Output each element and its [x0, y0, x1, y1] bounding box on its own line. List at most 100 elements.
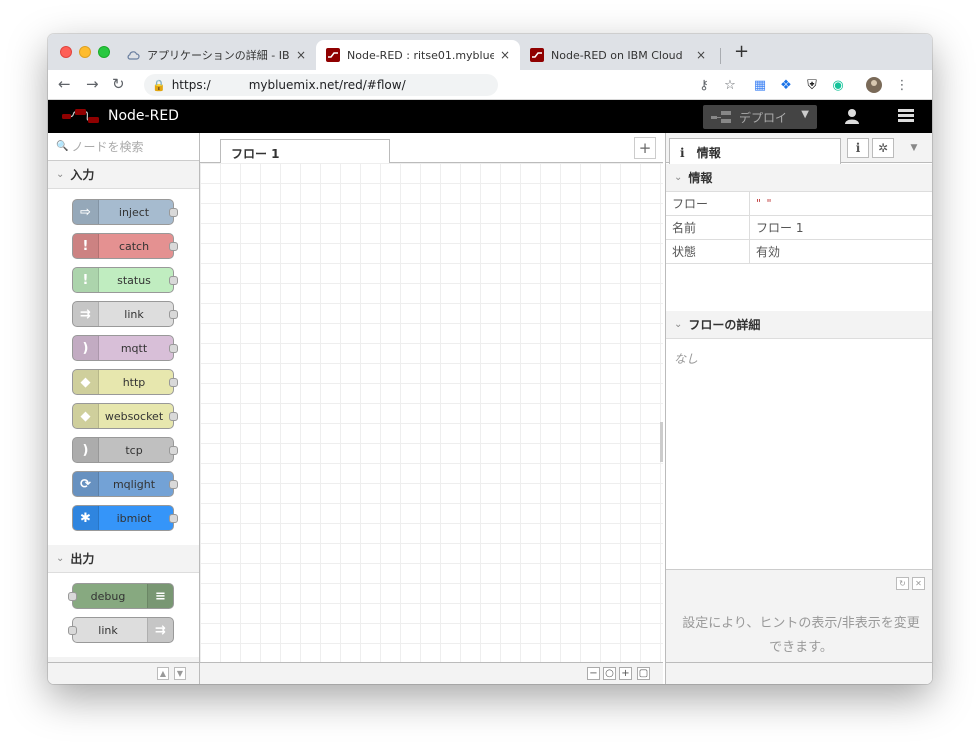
- sidebar-splitter[interactable]: [660, 422, 663, 462]
- browser-tab-ibm-cloud-app[interactable]: アプリケーションの詳細 - IBM Clo ×: [116, 40, 316, 70]
- info-sidebar: i 情報 i ✲ ▼ ⌄ 情報 フロー " " 名前 フロー 1 状態 有効 ⌄…: [665, 133, 932, 684]
- info-key: 名前: [666, 216, 750, 239]
- refresh-tip-icon[interactable]: ↻: [896, 577, 909, 590]
- add-flow-button[interactable]: +: [634, 137, 656, 159]
- palette-node-link[interactable]: link ⇉: [68, 617, 174, 643]
- shield-extension-icon[interactable]: ⛨: [804, 77, 820, 93]
- chevron-down-icon: ⌄: [56, 169, 65, 180]
- sidebar-footer: [666, 662, 932, 684]
- dropbox-extension-icon[interactable]: ❖: [778, 77, 794, 93]
- palette-node-status[interactable]: ! status: [72, 267, 178, 293]
- output-port: [169, 480, 178, 489]
- palette-node-inject[interactable]: ⇨ inject: [72, 199, 178, 225]
- tab-info-label: 情報: [696, 146, 721, 160]
- tips-panel: ↻ ✕ 設定により、ヒントの表示/非表示を変更できます。: [666, 569, 932, 662]
- node-mqtt-icon: ): [73, 336, 99, 360]
- palette-footer: ▲ ▼: [48, 662, 199, 684]
- close-tab-icon[interactable]: ×: [500, 48, 510, 62]
- palette-node-label: status: [117, 273, 151, 287]
- palette-node-ibmiot[interactable]: ✱ ibmiot: [72, 505, 178, 531]
- palette-node-tcp[interactable]: ) tcp: [72, 437, 178, 463]
- palette-node-http[interactable]: ◆ http: [72, 369, 178, 395]
- palette-node-mqlight[interactable]: ⟳ mqlight: [72, 471, 178, 497]
- workspace-footer: − ○ + ▢: [200, 662, 663, 684]
- palette-node-debug[interactable]: debug ≡: [68, 583, 174, 609]
- output-port: [169, 276, 178, 285]
- info-tab-button[interactable]: i: [847, 138, 869, 158]
- chevron-down-icon[interactable]: ▼: [801, 109, 809, 120]
- palette-input-nodes: ⇨ inject! catch! status ⇉ link) mqtt ◆ http ◆ webs…: [48, 189, 199, 545]
- browser-tab-strip: アプリケーションの詳細 - IBM Clo × Node-RED : ritse…: [48, 34, 932, 70]
- output-port: [169, 242, 178, 251]
- forward-arrow-icon[interactable]: →: [86, 75, 99, 93]
- debug-bug-icon[interactable]: ✲: [872, 138, 894, 158]
- address-bar[interactable]: 🔒 https:/ mybluemix.net/red/#flow/: [144, 74, 498, 96]
- flow-canvas[interactable]: [200, 163, 663, 662]
- section-info-header[interactable]: ⌄ 情報: [666, 164, 932, 192]
- user-icon[interactable]: [844, 108, 860, 124]
- browser-tab-node-red-ibm-cloud[interactable]: Node-RED on IBM Cloud ×: [520, 40, 716, 70]
- translate-extension-icon[interactable]: ▦: [752, 77, 768, 93]
- info-key: フロー: [666, 192, 750, 215]
- tab-info[interactable]: i 情報: [669, 138, 841, 164]
- close-tab-icon[interactable]: ×: [296, 48, 306, 62]
- node-tcp-icon: ): [73, 438, 99, 462]
- chevron-down-icon: ⌄: [674, 172, 683, 183]
- info-icon: i: [680, 146, 685, 160]
- close-window-button[interactable]: [60, 46, 72, 58]
- output-port: [169, 310, 178, 319]
- star-icon[interactable]: ☆: [722, 77, 738, 93]
- collapse-all-icon[interactable]: ▲: [157, 667, 169, 680]
- chevron-down-icon: ⌄: [674, 319, 683, 330]
- key-icon[interactable]: ⚷: [696, 77, 712, 93]
- grammarly-extension-icon[interactable]: ◉: [830, 77, 846, 93]
- url-scheme: https:/: [171, 78, 211, 92]
- palette-node-mqtt[interactable]: ) mqtt: [72, 335, 178, 361]
- sidebar-menu-chevron-icon[interactable]: ▼: [903, 138, 925, 158]
- cloud-icon: [126, 48, 140, 62]
- tab-title: アプリケーションの詳細 - IBM Clo: [147, 49, 290, 62]
- browser-tab-node-red[interactable]: Node-RED : ritse01.mybluemix. ×: [316, 40, 520, 70]
- node-mqlight-icon: ⟳: [73, 472, 99, 496]
- palette-node-label: debug: [90, 589, 126, 603]
- tab-flow-1[interactable]: フロー 1: [220, 139, 390, 164]
- browser-window: アプリケーションの詳細 - IBM Clo × Node-RED : ritse…: [48, 34, 932, 684]
- zoom-in-icon[interactable]: +: [619, 667, 632, 680]
- back-arrow-icon[interactable]: ←: [58, 75, 71, 93]
- flow-description: なし: [674, 352, 699, 366]
- palette-node-websocket[interactable]: ◆ websocket: [72, 403, 178, 429]
- info-row-status: 状態 有効: [666, 240, 932, 264]
- reload-icon[interactable]: ↻: [112, 75, 125, 93]
- node-inject-icon: ⇨: [73, 200, 99, 224]
- palette-node-label: mqlight: [112, 477, 156, 491]
- more-vertical-icon[interactable]: ⋮: [894, 77, 910, 93]
- maximize-window-button[interactable]: [98, 46, 110, 58]
- deploy-icon: [711, 111, 731, 123]
- hamburger-menu-icon[interactable]: [898, 109, 914, 123]
- node-red-favicon-icon: [530, 48, 544, 62]
- palette-node-catch[interactable]: ! catch: [72, 233, 178, 259]
- minimize-window-button[interactable]: [79, 46, 91, 58]
- node-link-icon: ⇉: [73, 302, 99, 326]
- profile-avatar[interactable]: [866, 77, 882, 93]
- palette-search-placeholder: ノードを検索: [71, 140, 144, 154]
- section-flow-details-header[interactable]: ⌄ フローの詳細: [666, 311, 932, 339]
- zoom-out-icon[interactable]: −: [587, 667, 600, 680]
- palette-node-label: http: [122, 375, 146, 389]
- info-value-status: 有効: [756, 245, 781, 259]
- navigator-icon[interactable]: ▢: [637, 667, 650, 680]
- palette-search-input[interactable]: 🔍 ノードを検索: [48, 133, 199, 161]
- palette-node-link[interactable]: ⇉ link: [72, 301, 178, 327]
- deploy-button[interactable]: デプロイ ▼: [703, 105, 817, 129]
- expand-all-icon[interactable]: ▼: [174, 667, 186, 680]
- close-tab-icon[interactable]: ×: [696, 48, 706, 62]
- app-title: Node-RED: [108, 108, 179, 124]
- new-tab-button[interactable]: +: [734, 41, 749, 62]
- output-port: [169, 514, 178, 523]
- browser-toolbar: ← → ↻ 🔒 https:/ mybluemix.net/red/#flow/…: [48, 70, 932, 100]
- close-tip-icon[interactable]: ✕: [912, 577, 925, 590]
- node-websocket-icon: ◆: [73, 404, 99, 428]
- palette-category-output[interactable]: ⌄ 出力: [48, 545, 199, 573]
- zoom-reset-icon[interactable]: ○: [603, 667, 616, 680]
- palette-category-input[interactable]: ⌄ 入力: [48, 161, 199, 189]
